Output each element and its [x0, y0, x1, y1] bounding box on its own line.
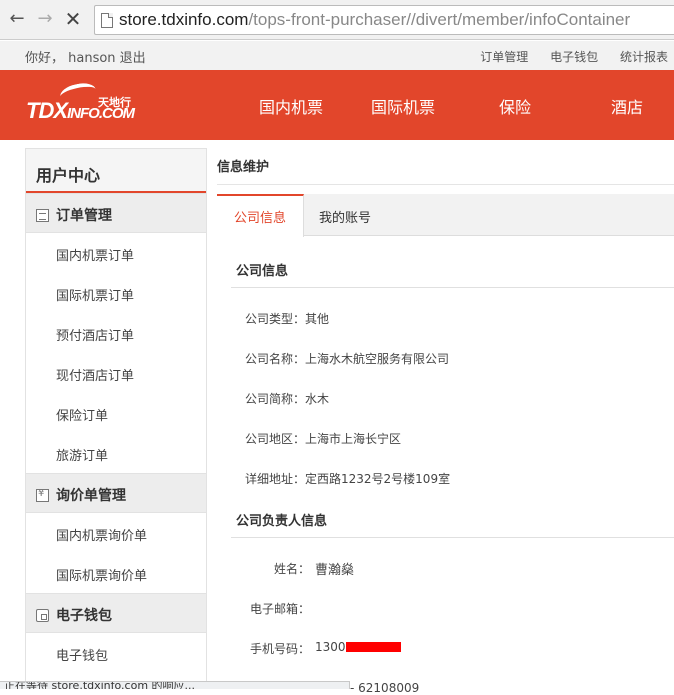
field-email-label: 电子邮箱： — [250, 602, 311, 616]
field-company-address: 详细地址：定西路1232号2号楼109室 — [245, 472, 451, 486]
phone-value-text: 1300 — [315, 640, 346, 654]
field-name-value: 曹瀚燊 — [315, 563, 355, 578]
site-logo[interactable]: TDXINFO.COM 天地行 — [26, 80, 136, 124]
site-header: TDXINFO.COM 天地行 国内机票 国际机票 保险 酒店 — [0, 70, 674, 140]
forward-arrow-icon[interactable]: → — [34, 8, 56, 30]
list-icon — [36, 209, 49, 222]
field-name-label: 姓名： — [274, 562, 311, 576]
user-greeting[interactable]: 你好， hanson 退出 — [25, 47, 146, 66]
section-title-company: 公司信息 — [236, 264, 289, 279]
field-company-type: 公司类型：其他 — [245, 312, 330, 326]
tab-company-info[interactable]: 公司信息 — [217, 194, 304, 237]
divider — [217, 184, 674, 185]
sidebar-item-domestic-flight-orders[interactable]: 国内机票订单 — [26, 233, 206, 273]
page-icon — [101, 13, 113, 28]
field-company-name: 公司名称：上海水木航空服务有限公司 — [245, 352, 450, 366]
sidebar-item-travel-orders[interactable]: 旅游订单 — [26, 433, 206, 473]
back-arrow-icon[interactable]: ← — [6, 8, 28, 30]
divider — [231, 537, 674, 538]
sidebar-title: 用户中心 — [26, 149, 206, 193]
sidebar-item-domestic-flight-inquiries[interactable]: 国内机票询价单 — [26, 513, 206, 553]
nav-hotel[interactable]: 酒店 — [611, 94, 643, 118]
sidebar-group-label: 电子钱包 — [56, 608, 112, 624]
sidebar-item-paynow-hotel-orders[interactable]: 现付酒店订单 — [26, 353, 206, 393]
section-title-contact: 公司负责人信息 — [236, 514, 328, 529]
yen-icon — [36, 488, 49, 502]
user-bar: 你好， hanson 退出 订单管理 电子钱包 统计报表 — [0, 41, 674, 70]
sidebar-group-orders[interactable]: 订单管理 — [26, 193, 206, 233]
partial-value-text: 62108009 — [358, 681, 420, 695]
divider — [231, 287, 674, 288]
sidebar-item-insurance-orders[interactable]: 保险订单 — [26, 393, 206, 433]
nav-domestic-flights[interactable]: 国内机票 — [259, 94, 323, 118]
sidebar-item-prepaid-hotel-orders[interactable]: 预付酒店订单 — [26, 313, 206, 353]
field-company-region: 公司地区：上海市上海长宁区 — [245, 432, 402, 446]
main-content: 信息维护 公司信息 我的账号 公司信息 公司类型：其他 公司名称：上海水木航空服… — [217, 148, 674, 689]
top-link-orders[interactable]: 订单管理 — [480, 50, 528, 64]
browser-status-bar: 正在等待 store.tdxinfo.com 的响应... — [0, 681, 350, 689]
field-phone-label: 手机号码： — [250, 642, 311, 656]
sidebar-group-wallet[interactable]: 电子钱包 — [26, 593, 206, 633]
top-links: 订单管理 电子钱包 统计报表 — [462, 48, 668, 65]
logo-cn-text: 天地行 — [98, 96, 131, 109]
tab-bar: 公司信息 我的账号 — [217, 194, 674, 237]
breadcrumb: 信息维护 — [217, 160, 270, 175]
sidebar-item-intl-flight-inquiries[interactable]: 国际机票询价单 — [26, 553, 206, 593]
tab-my-account[interactable]: 我的账号 — [319, 194, 371, 236]
nav-international-flights[interactable]: 国际机票 — [371, 94, 435, 118]
sidebar-item-wallet[interactable]: 电子钱包 — [26, 633, 206, 673]
wallet-icon — [36, 609, 49, 622]
nav-insurance[interactable]: 保险 — [499, 94, 531, 118]
sidebar-group-inquiries[interactable]: 询价单管理 — [26, 473, 206, 513]
url-text[interactable]: store.tdxinfo.com/tops-front-purchaser//… — [119, 10, 630, 30]
field-phone-value: 1300 — [315, 640, 401, 654]
sidebar-item-intl-flight-orders[interactable]: 国际机票订单 — [26, 273, 206, 313]
sidebar-group-label: 询价单管理 — [56, 488, 126, 504]
top-link-reports[interactable]: 统计报表 — [620, 50, 668, 64]
redaction-mark — [345, 642, 401, 652]
field-company-shortname: 公司简称：水木 — [245, 392, 330, 406]
browser-toolbar: ← → ✕ store.tdxinfo.com/tops-front-purch… — [0, 0, 674, 40]
sidebar: 用户中心 订单管理 国内机票订单 国际机票订单 预付酒店订单 现付酒店订单 保险… — [25, 148, 207, 689]
top-link-wallet[interactable]: 电子钱包 — [550, 50, 598, 64]
partial-field-value: - 62108009 — [350, 681, 420, 695]
url-path: /tops-front-purchaser//divert/member/inf… — [248, 10, 631, 29]
address-bar[interactable]: store.tdxinfo.com/tops-front-purchaser//… — [94, 5, 674, 35]
sidebar-group-label: 订单管理 — [56, 208, 112, 224]
stop-loading-icon[interactable]: ✕ — [62, 8, 84, 30]
url-host: store.tdxinfo.com — [119, 10, 249, 29]
